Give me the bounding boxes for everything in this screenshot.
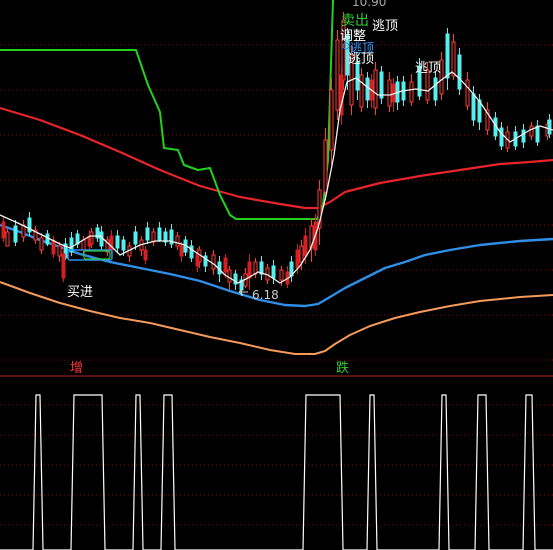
candle-red: [143, 249, 148, 261]
top-cut-label: 10.90: [352, 0, 386, 9]
candle-down: [379, 71, 384, 99]
candle-down: [133, 231, 138, 245]
escape-top-label-3: 逃顶: [348, 52, 374, 67]
low-price-label: 6.18: [252, 288, 279, 302]
candle-up: [529, 125, 534, 137]
candle-up: [211, 254, 216, 270]
smooth-price-line: [0, 71, 553, 284]
candle-up: [5, 231, 10, 247]
candle-up: [175, 235, 180, 247]
candle-down: [457, 54, 462, 90]
candle-up: [299, 245, 304, 263]
candle-down: [433, 77, 438, 101]
candle-red: [61, 253, 66, 279]
candle-down: [271, 265, 276, 279]
candle-up: [323, 139, 328, 193]
candle-red: [247, 261, 252, 279]
candle-red: [295, 249, 300, 269]
candle-red: [303, 235, 308, 257]
sell-label: 卖出: [341, 13, 369, 29]
candle-down: [521, 129, 526, 143]
lower-grid: [0, 404, 553, 526]
candle-up: [81, 239, 86, 251]
candle-down: [471, 93, 476, 121]
candle-up: [387, 79, 392, 107]
candle-down: [535, 125, 540, 143]
candle-up: [57, 245, 62, 257]
pulse-step-line: [0, 394, 553, 550]
candle-up: [279, 269, 284, 281]
candle-down: [499, 127, 504, 147]
candle-down: [547, 119, 552, 135]
candle-red: [1, 221, 6, 239]
candle-up: [359, 74, 364, 108]
signal-boxes: [67, 42, 350, 261]
candle-down: [445, 33, 450, 79]
candle-up: [451, 41, 456, 77]
candle-up: [409, 81, 414, 103]
escape-top-label-1: 逃顶: [372, 19, 398, 34]
stock-chart: 10.90 卖出 逃顶 调整 逃顶 逃顶 逃顶 买进 6.18 增 跌: [0, 0, 553, 550]
candle-up: [335, 39, 340, 111]
candle-up: [329, 89, 334, 151]
signal-pulse-line: [0, 394, 553, 550]
white-smooth-line: [0, 71, 553, 284]
candle-down: [145, 227, 150, 241]
candle-down: [365, 77, 370, 101]
candle-red: [51, 239, 56, 255]
red-moving-average-line: [0, 106, 553, 210]
candle-up: [465, 79, 470, 107]
drop-label: 跌: [336, 360, 349, 376]
candle-down: [13, 225, 18, 243]
increase-label: 增: [70, 361, 83, 376]
candle-down: [189, 245, 194, 259]
candle-up: [227, 269, 232, 283]
buy-in-label: 买进: [67, 285, 93, 300]
candle-red: [179, 245, 184, 257]
candle-up: [373, 69, 378, 109]
candle-down: [121, 239, 126, 251]
escape-top-label-4: 逃顶: [415, 61, 441, 76]
candle-red: [195, 253, 200, 267]
candle-down: [115, 235, 120, 249]
green-stop-line: [0, 0, 334, 220]
candle-down: [157, 227, 162, 241]
candle-red: [223, 257, 228, 273]
candle-up: [39, 237, 44, 251]
